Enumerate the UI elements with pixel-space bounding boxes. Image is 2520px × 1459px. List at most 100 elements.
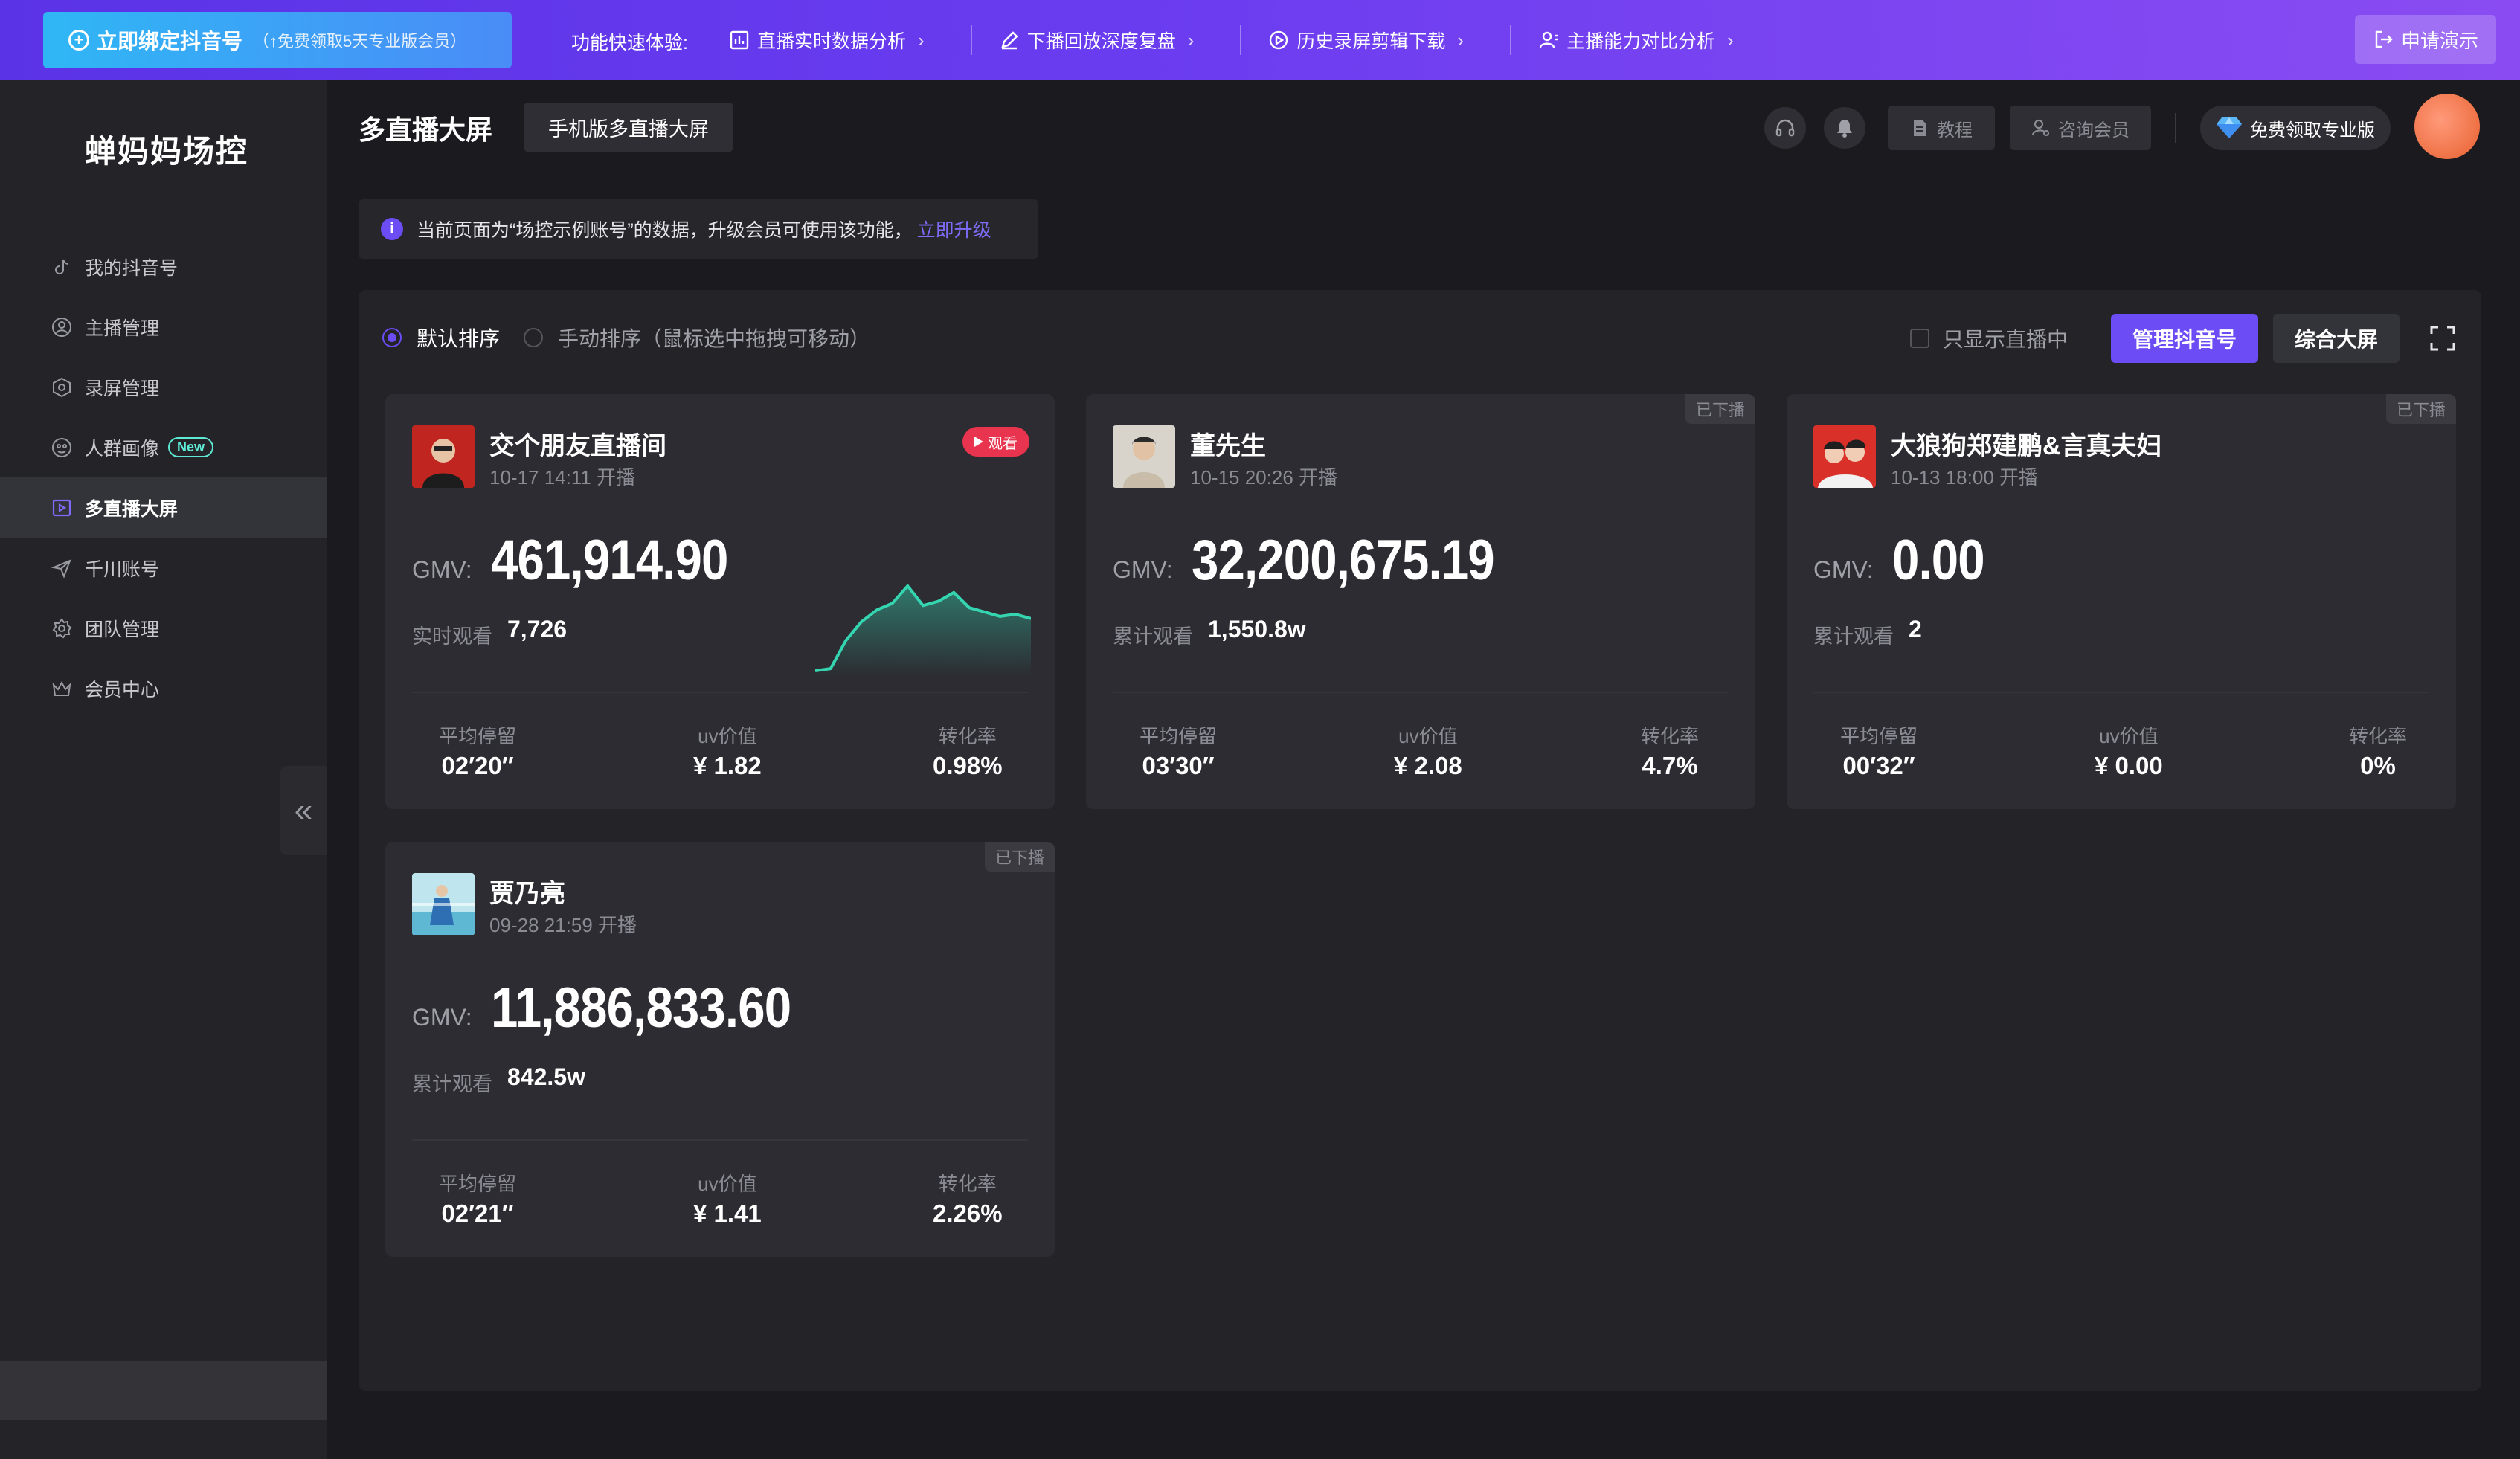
- sort-manual-radio[interactable]: [524, 328, 544, 347]
- conversion-stat: 转化率 0%: [2349, 721, 2407, 780]
- consult-member-button[interactable]: 咨询会员: [2010, 106, 2151, 150]
- conversion-stat: 转化率 0.98%: [933, 721, 1003, 780]
- watch-live-badge[interactable]: 观看: [962, 427, 1029, 457]
- sidebar-item-team[interactable]: 团队管理: [0, 598, 327, 658]
- plus-circle-icon: +: [68, 30, 89, 51]
- avg-stay-label: 平均停留: [1840, 725, 1918, 747]
- quick-item-replay[interactable]: 下播回放深度复盘 ›: [999, 27, 1241, 54]
- uv-value-stat: uv价值 ¥ 1.82: [693, 721, 762, 780]
- live-start-time: 09-28 21:59 开播: [489, 914, 637, 936]
- anchor-name: 交个朋友直播间: [489, 432, 666, 460]
- gmv-label: GMV:: [412, 556, 472, 583]
- logout-icon: [2375, 30, 2393, 48]
- viewers-value: 7,726: [507, 616, 568, 642]
- quick-item-compare[interactable]: 主播能力对比分析 ›: [1538, 27, 1780, 54]
- sidebar-item-persona[interactable]: 人群画像 New: [0, 417, 327, 477]
- uv-value-label: uv价值: [2099, 725, 2159, 747]
- gmv-value: 0.00: [1892, 529, 1985, 592]
- bell-icon: [1837, 120, 1852, 138]
- watch-label: 观看: [988, 435, 1018, 452]
- sidebar: 蝉妈妈场控 我的抖音号 主播管理 录屏管理 人群画像 New 多直播大屏 千川账…: [0, 80, 327, 1459]
- anchor-name: 贾乃亮: [489, 880, 565, 908]
- viewers-value: 1,550.8w: [1208, 616, 1306, 642]
- sidebar-item-member[interactable]: 会员中心: [0, 658, 327, 718]
- sidebar-item-label: 人群画像: [85, 438, 160, 460]
- live-card[interactable]: 交个朋友直播间 10-17 14:11 开播 观看 GMV: 461,914.9…: [385, 394, 1055, 809]
- divider: [412, 692, 1028, 693]
- tutorial-button[interactable]: 教程: [1888, 106, 1995, 150]
- live-card[interactable]: 大狼狗郑建鹏&言真夫妇 10-13 18:00 开播 已下播 GMV: 0.00…: [1787, 394, 2456, 809]
- gmv-label: GMV:: [412, 1004, 472, 1031]
- new-badge: New: [168, 437, 214, 457]
- divider: [1813, 692, 2429, 693]
- avg-stay-value: 03′30″: [1142, 752, 1215, 779]
- free-pro-label: 免费领取专业版: [2250, 120, 2375, 141]
- divider: [2175, 113, 2176, 143]
- viewers-value: 2: [1909, 616, 1922, 642]
- headset-button[interactable]: [1764, 107, 1806, 149]
- crown-icon: [51, 677, 73, 700]
- quick-item-realtime[interactable]: 直播实时数据分析 ›: [729, 27, 971, 54]
- uv-value-stat: uv价值 ¥ 2.08: [1394, 721, 1462, 780]
- notification-button[interactable]: [1824, 107, 1865, 149]
- sidebar-item-label: 多直播大屏: [85, 498, 179, 520]
- gear-icon: [51, 617, 73, 640]
- divider: [1510, 25, 1512, 55]
- user-avatar[interactable]: [2414, 94, 2480, 159]
- offline-badge: 已下播: [2386, 394, 2456, 424]
- avg-stay-label: 平均停留: [439, 725, 517, 747]
- conversion-value: 0.98%: [933, 752, 1003, 779]
- divider: [970, 25, 972, 55]
- anchor-avatar: [412, 873, 475, 935]
- anchor-avatar: [1813, 425, 1876, 488]
- request-demo-button[interactable]: 申请演示: [2355, 15, 2496, 64]
- sidebar-nav: 我的抖音号 主播管理 录屏管理 人群画像 New 多直播大屏 千川账号 团队管理: [0, 236, 327, 718]
- manage-douyin-button[interactable]: 管理抖音号: [2111, 314, 2258, 363]
- sort-default-radio[interactable]: [382, 328, 402, 347]
- persona-icon: [51, 437, 73, 459]
- free-pro-button[interactable]: 免费领取专业版: [2200, 106, 2391, 150]
- sidebar-item-record-manage[interactable]: 录屏管理: [0, 357, 327, 417]
- tiktok-icon: [51, 256, 73, 278]
- bind-douyin-button[interactable]: + 立即绑定抖音号 （↑免费领取5天专业版会员）: [43, 12, 512, 68]
- avg-stay-stat: 平均停留 00′32″: [1840, 721, 1918, 780]
- uv-value-label: uv价值: [1398, 725, 1458, 747]
- chevron-right-icon: ›: [1457, 28, 1465, 51]
- live-card[interactable]: 董先生 10-15 20:26 开播 已下播 GMV: 32,200,675.1…: [1086, 394, 1755, 809]
- live-card[interactable]: 贾乃亮 09-28 21:59 开播 已下播 GMV: 11,886,833.6…: [385, 842, 1055, 1257]
- upgrade-link[interactable]: 立即升级: [917, 216, 991, 242]
- headset-icon: [1775, 119, 1795, 137]
- conversion-label: 转化率: [938, 725, 997, 747]
- sort-manual-label[interactable]: 手动排序（鼠标选中拖拽可移动）: [558, 323, 870, 352]
- quick-item-history-record[interactable]: 历史录屏剪辑下载 ›: [1268, 27, 1510, 54]
- mobile-multi-screen-button[interactable]: 手机版多直播大屏: [524, 103, 733, 152]
- viewers-label: 累计观看: [412, 1073, 492, 1095]
- fullscreen-icon[interactable]: [2428, 323, 2458, 353]
- only-live-label[interactable]: 只显示直播中: [1943, 323, 2068, 353]
- quick-item-label: 下播回放深度复盘: [1026, 31, 1176, 52]
- sidebar-item-qianchuan[interactable]: 千川账号: [0, 538, 327, 598]
- sidebar-item-multi-screen[interactable]: 多直播大屏: [0, 477, 327, 538]
- gmv-label: GMV:: [1813, 556, 1874, 583]
- quick-experience-label: 功能快速体验:: [571, 33, 688, 54]
- collapse-sidebar-button[interactable]: «: [280, 766, 327, 855]
- avg-stay-stat: 平均停留 03′30″: [1140, 721, 1217, 780]
- live-start-time: 10-17 14:11 开播: [489, 466, 636, 489]
- divider: [412, 1139, 1028, 1141]
- user-circle-icon: [51, 316, 73, 338]
- quick-item-label: 直播实时数据分析: [757, 31, 907, 52]
- sidebar-item-anchor-manage[interactable]: 主播管理: [0, 297, 327, 357]
- overview-screen-button[interactable]: 综合大屏: [2273, 314, 2400, 363]
- pencil-icon: [999, 30, 1020, 51]
- conversion-value: 2.26%: [933, 1199, 1003, 1227]
- offline-badge: 已下播: [985, 842, 1055, 872]
- gmv-value: 11,886,833.60: [491, 976, 791, 1040]
- uv-value-stat: uv价值 ¥ 0.00: [2095, 721, 2163, 780]
- user-gear-icon: [2031, 119, 2050, 137]
- sort-default-label[interactable]: 默认排序: [417, 323, 500, 352]
- anchor-name: 大狼狗郑建鹏&言真夫妇: [1891, 432, 2162, 460]
- avg-stay-label: 平均停留: [439, 1173, 517, 1195]
- sidebar-item-my-douyin[interactable]: 我的抖音号: [0, 236, 327, 297]
- sidebar-item-label: 千川账号: [85, 558, 160, 580]
- only-live-checkbox[interactable]: [1909, 329, 1929, 348]
